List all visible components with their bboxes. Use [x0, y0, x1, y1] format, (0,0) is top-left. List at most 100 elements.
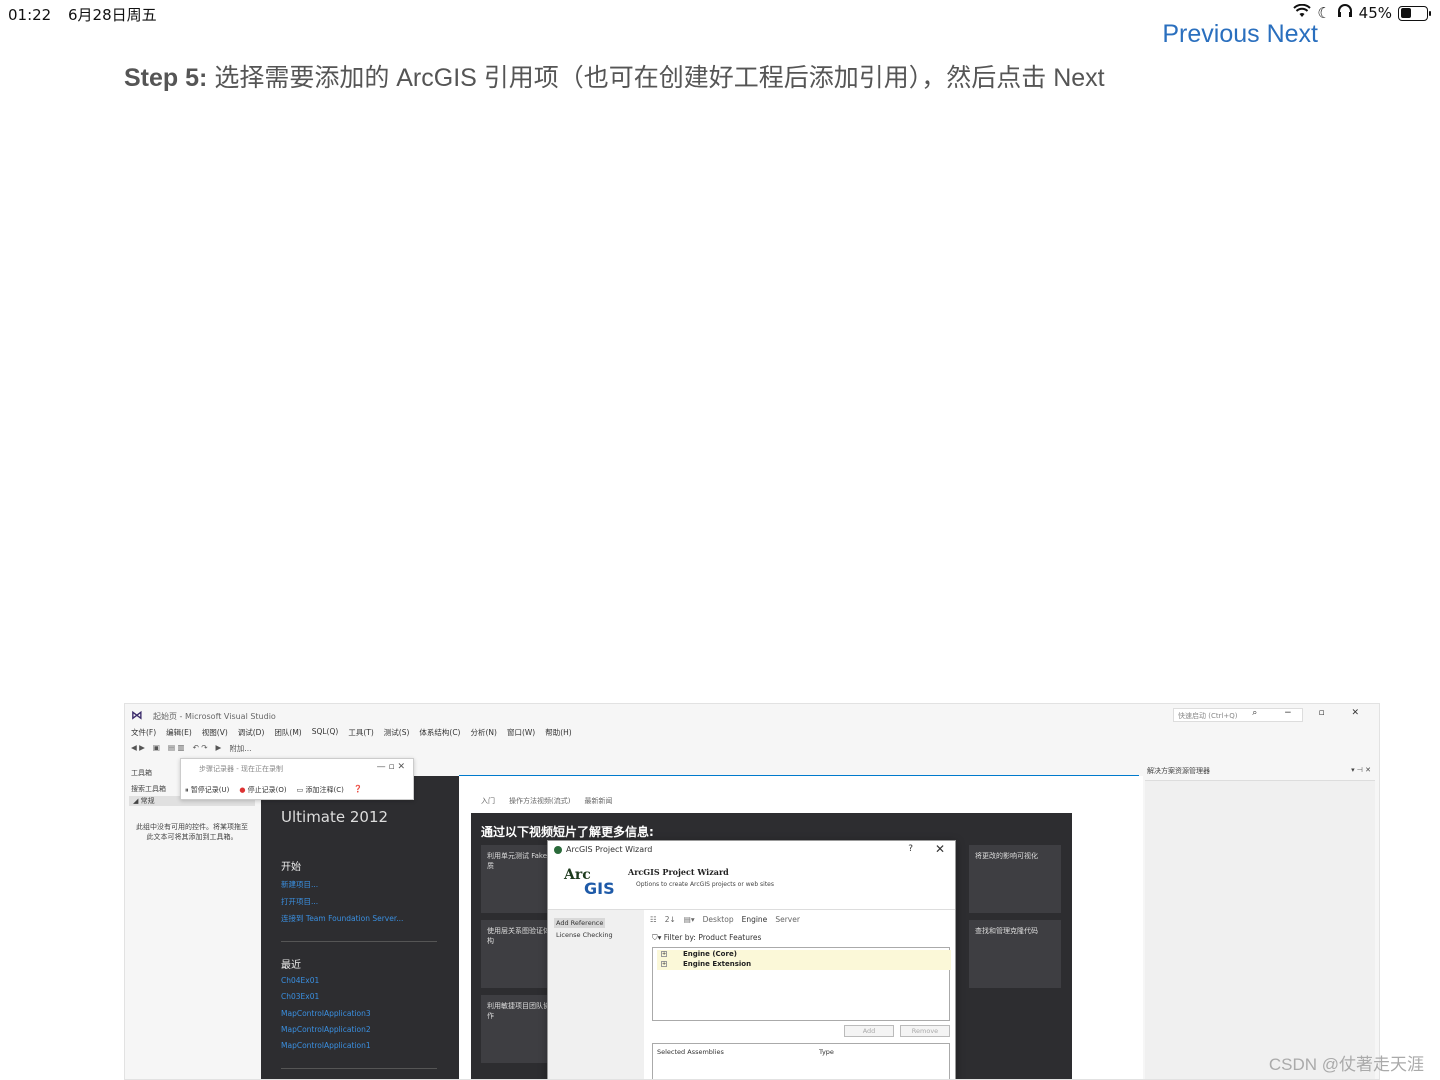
recent-item[interactable]: Ch04Ex01	[281, 976, 319, 985]
view-icon[interactable]: ▤▾	[684, 915, 695, 924]
menu-architecture[interactable]: 体系结构(C)	[419, 727, 460, 738]
toolbox-empty-text: 此组中没有可用的控件。将某项拖至此文本可将其添加到工具箱。	[136, 823, 248, 841]
arcgis-app-icon	[554, 846, 562, 854]
tree-node-label: Engine Extension	[683, 960, 752, 968]
tree-node[interactable]: + Engine (Core)	[657, 950, 951, 960]
add-remove-buttons: Add Remove	[844, 1025, 950, 1037]
comment-label: 添加注释(C)	[305, 786, 344, 794]
add-comment-button[interactable]: ▭ 添加注释(C)	[297, 785, 344, 795]
menu-analyze[interactable]: 分析(N)	[470, 727, 496, 738]
back-forward-icon[interactable]: ◀ ▶	[131, 743, 145, 754]
reference-tree: + Engine (Core) + Engine Extension	[652, 947, 951, 1021]
stop-label: 停止记录(O)	[247, 786, 287, 794]
menu-window[interactable]: 窗口(W)	[507, 727, 535, 738]
add-button[interactable]: Add	[844, 1025, 894, 1037]
menu-help[interactable]: 帮助(H)	[545, 727, 572, 738]
arcgis-logo: Arc GIS	[560, 865, 616, 899]
step-recorder: 步骤记录器 - 现在正在录制 — ▫ ✕ ⏸ 暂停记录(U) ● 停止记录(O)…	[180, 758, 414, 800]
video-tile[interactable]: 将更改的影响可视化	[969, 845, 1061, 913]
menu-edit[interactable]: 编辑(E)	[166, 727, 192, 738]
toolbox-panel: 工具箱 搜索工具箱 ◢ 常规 此组中没有可用的控件。将某项拖至此文本可将其添加到…	[125, 762, 259, 1079]
step-instruction: Step 5: 选择需要添加的 ArcGIS 引用项（也可在创建好工程后添加引用…	[124, 58, 1105, 94]
nav-add-reference[interactable]: Add Reference	[554, 918, 606, 928]
funnel-icon[interactable]: ⛉▾	[652, 933, 661, 942]
menu-tools[interactable]: 工具(T)	[348, 727, 373, 738]
wizard-nav: Add Reference License Checking	[548, 910, 644, 1079]
video-tile[interactable]: 查找和管理克隆代码	[969, 920, 1061, 988]
stop-icon: ●	[239, 786, 246, 794]
wizard-window-title: ArcGIS Project Wizard	[566, 845, 653, 854]
tab-videos[interactable]: 操作方法视频(流式)	[509, 796, 570, 806]
recent-item[interactable]: MapControlApplication1	[281, 1041, 371, 1050]
logo-gis: GIS	[584, 879, 615, 898]
divider	[281, 1068, 437, 1069]
play-icon[interactable]: ▶	[216, 743, 222, 754]
sort-alpha-icon[interactable]: 2↓	[665, 915, 676, 924]
step-label: Step 5:	[124, 64, 208, 92]
menu-view[interactable]: 视图(V)	[202, 727, 228, 738]
undo-redo-icon[interactable]: ↶ ↷	[193, 743, 208, 754]
tab-getting-started[interactable]: 入门	[481, 796, 495, 806]
divider	[281, 941, 437, 942]
next-link[interactable]: Next	[1267, 20, 1318, 48]
col-assemblies[interactable]: Selected Assemblies	[657, 1048, 724, 1056]
solution-explorer-body	[1145, 780, 1375, 1079]
menu-sql[interactable]: SQL(Q)	[312, 727, 339, 738]
toolbox-search[interactable]: 搜索工具箱	[131, 784, 166, 794]
status-date: 6月28日周五	[68, 6, 157, 24]
wizard-toolbar: ☷ 2↓ ▤▾ Desktop Engine Server	[650, 915, 800, 924]
filter-value[interactable]: Product Features	[698, 933, 761, 942]
new-project-icon[interactable]: ▣	[153, 743, 160, 754]
window-controls[interactable]: ⌕ − ▫ ✕	[1252, 708, 1371, 718]
moon-icon: ☾	[1317, 4, 1331, 22]
expand-icon[interactable]: +	[661, 961, 667, 967]
menu-test[interactable]: 测试(S)	[384, 727, 410, 738]
expand-icon[interactable]: +	[661, 951, 667, 957]
step-text: 选择需要添加的 ArcGIS 引用项（也可在创建好工程后添加引用），然后点击 N…	[214, 64, 1105, 92]
new-project-link[interactable]: 新建项目...	[281, 879, 318, 890]
menu-debug[interactable]: 调试(D)	[238, 727, 265, 738]
nav-license-checking[interactable]: License Checking	[556, 931, 613, 939]
menu-file[interactable]: 文件(F)	[131, 727, 156, 738]
recent-item[interactable]: MapControlApplication2	[281, 1025, 371, 1034]
recorder-buttons: ⏸ 暂停记录(U) ● 停止记录(O) ▭ 添加注释(C) ❓	[185, 785, 363, 795]
help-icon[interactable]: ❓	[354, 785, 363, 795]
solution-explorer-panel: 解决方案资源管理器 ▾ ⊣ ✕	[1143, 762, 1379, 1079]
start-heading: 开始	[281, 862, 301, 873]
recent-heading: 最近	[281, 960, 301, 971]
col-type[interactable]: Type	[819, 1048, 834, 1056]
previous-link[interactable]: Previous	[1162, 20, 1259, 48]
recent-item[interactable]: Ch03Ex01	[281, 992, 319, 1001]
remove-button[interactable]: Remove	[900, 1025, 950, 1037]
pause-label: 暂停记录(U)	[190, 786, 230, 794]
vs-menubar: 文件(F) 编辑(E) 视图(V) 调试(D) 团队(M) SQL(Q) 工具(…	[131, 727, 572, 738]
recent-item[interactable]: MapControlApplication3	[281, 1009, 371, 1018]
filter-server[interactable]: Server	[775, 915, 800, 924]
save-icon[interactable]: ▤ ▥	[168, 743, 185, 754]
close-button[interactable]: ✕	[935, 842, 945, 856]
stop-record-button[interactable]: ● 停止记录(O)	[239, 785, 286, 795]
arcgis-wizard-dialog: ArcGIS Project Wizard ? ✕ Arc GIS ArcGIS…	[547, 840, 956, 1079]
tab-news[interactable]: 最新新闻	[584, 796, 612, 806]
vs-toolbar: ◀ ▶ ▣ ▤ ▥ ↶ ↷ ▶ 附加...	[131, 743, 251, 754]
status-time: 01:22	[8, 6, 52, 24]
filter-label: Filter by:	[663, 933, 696, 942]
open-project-link[interactable]: 打开项目...	[281, 896, 318, 907]
pin-close-icon[interactable]: ▾ ⊣ ✕	[1351, 766, 1371, 774]
watermark: CSDN @仗著走天涯	[1268, 1055, 1424, 1074]
tree-node[interactable]: + Engine Extension	[657, 960, 951, 970]
sort-category-icon[interactable]: ☷	[650, 915, 657, 924]
recorder-title: 步骤记录器 - 现在正在录制	[199, 765, 283, 773]
filter-engine[interactable]: Engine	[742, 915, 768, 924]
connect-tfs-link[interactable]: 连接到 Team Foundation Server...	[281, 913, 403, 924]
filter-desktop[interactable]: Desktop	[703, 915, 734, 924]
menu-team[interactable]: 团队(M)	[274, 727, 301, 738]
help-button[interactable]: ?	[908, 844, 913, 854]
headphones-icon	[1337, 4, 1353, 22]
pause-record-button[interactable]: ⏸ 暂停记录(U)	[185, 785, 229, 795]
battery-fill	[1400, 8, 1412, 18]
filter-row: ⛉▾ Filter by: Product Features	[652, 933, 761, 943]
vs-screenshot: ⋈ 起始页 - Microsoft Visual Studio 快速启动 (Ct…	[124, 703, 1380, 1080]
close-icon[interactable]: — ▫ ✕	[377, 762, 405, 772]
attach-button[interactable]: 附加...	[229, 743, 251, 754]
